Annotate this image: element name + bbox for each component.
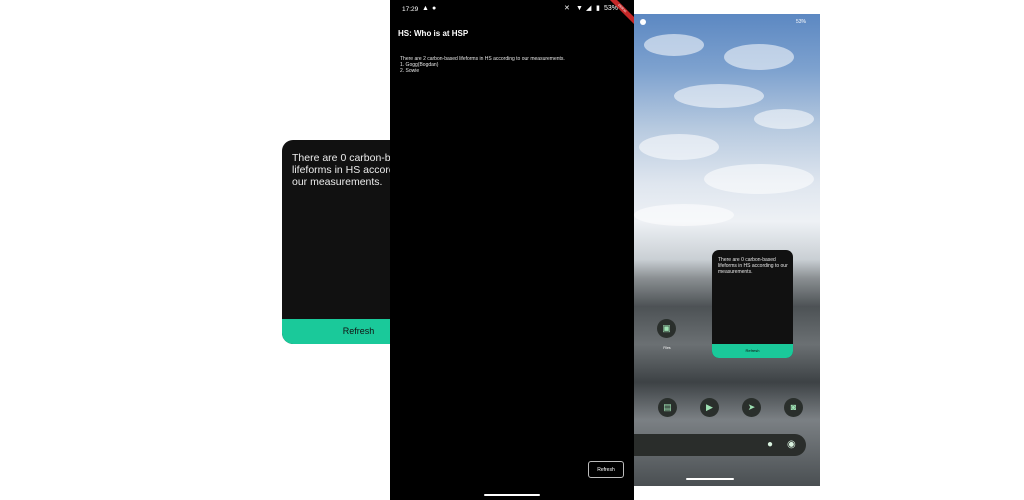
- cloud: [724, 44, 794, 70]
- cloud: [674, 84, 764, 108]
- app-label: Files: [663, 346, 671, 350]
- notification-icon: ▲: [422, 5, 429, 12]
- telegram-icon[interactable]: ➤: [742, 398, 761, 417]
- cloud: [634, 204, 734, 226]
- home-status-bar: 53%: [634, 14, 820, 28]
- status-bar: 17:29 ▲ ● ✕ ▼ ◢ ▮ 53%: [390, 0, 634, 18]
- cloud: [644, 34, 704, 56]
- cloud: [754, 109, 814, 129]
- widget-message: There are 0 carbon-based lifeforms in HS…: [718, 257, 788, 275]
- gesture-handle[interactable]: [484, 494, 540, 496]
- app-title: HS: Who is at HSP: [398, 29, 469, 38]
- home-screen: 53% There are 0 carbon-based lifeforms i…: [634, 14, 820, 486]
- gesture-handle[interactable]: [686, 478, 734, 480]
- mute-icon: ✕: [564, 5, 570, 12]
- search-bar[interactable]: ● ◉: [634, 434, 806, 456]
- hs-widget-small: There are 0 carbon-based lifeforms in HS…: [712, 250, 793, 358]
- refresh-button[interactable]: Refresh: [588, 461, 624, 478]
- circle-icon: ●: [432, 5, 437, 12]
- play-store-icon[interactable]: ▶: [700, 398, 719, 417]
- wifi-icon: ▼: [576, 5, 583, 12]
- list-item: 2. Sowie: [400, 68, 420, 74]
- gallery-icon[interactable]: ▣: [657, 319, 676, 338]
- signal-icon: ◢: [586, 5, 592, 12]
- microphone-icon[interactable]: ●: [767, 439, 773, 451]
- circle-icon: [640, 19, 646, 25]
- widget-refresh-button[interactable]: Refresh: [712, 344, 793, 358]
- messages-icon[interactable]: ▤: [658, 398, 677, 417]
- cloud: [704, 164, 814, 194]
- status-time: 17:29: [402, 6, 419, 13]
- battery-icon: ▮: [596, 5, 600, 12]
- app-body: There are 2 carbon-based lifeforms in HS…: [400, 56, 626, 74]
- camera-icon[interactable]: ◙: [784, 398, 803, 417]
- battery-percent: 53%: [795, 19, 806, 25]
- lens-icon[interactable]: ◉: [787, 439, 796, 451]
- cloud: [639, 134, 719, 160]
- phone-app-screen: 17:29 ▲ ● ✕ ▼ ◢ ▮ 53% DEBUG HS: Who is a…: [390, 0, 638, 500]
